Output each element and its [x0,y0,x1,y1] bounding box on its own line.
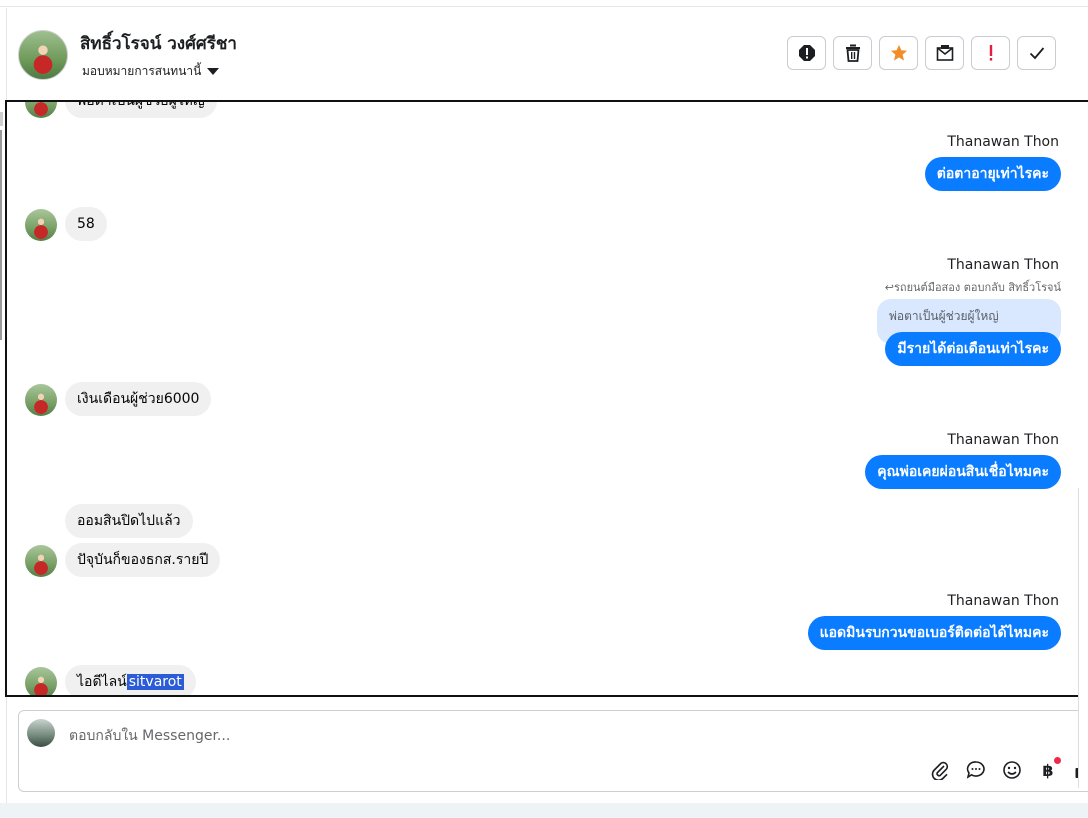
paperclip-icon [931,761,949,780]
sender-name: Thanawan Thon [947,134,1059,150]
payment-button[interactable]: ฿ [1035,757,1061,783]
smiley-icon [1003,761,1021,779]
message-composer: ฿ [18,710,1088,792]
important-icon [989,45,992,61]
contact-avatar[interactable] [18,30,68,80]
mark-unread-button[interactable] [925,36,964,70]
bottom-bar [0,803,1088,818]
done-check-icon [1029,47,1044,60]
sender-name: Thanawan Thon [947,432,1059,448]
reply-input[interactable] [67,723,871,749]
message-bubble-customer[interactable]: ออมสินปิดไปแล้ว [65,504,193,538]
message-bubble-customer[interactable]: ไอดีไลน์ sitvarot [65,665,196,695]
baht-icon: ฿ [1042,760,1054,780]
right-side-panel [1078,488,1088,788]
mark-done-button[interactable] [1017,36,1056,70]
spam-icon [798,45,815,61]
saved-replies-button[interactable] [963,757,989,783]
customer-avatar[interactable] [25,102,57,118]
contact-name[interactable]: สิทธิ์วโรจน์ วงศ์ศรีชา [80,30,237,57]
left-scroll-thumb[interactable] [0,130,2,340]
star-icon [890,44,907,61]
message-bubble-agent[interactable]: คุณพ่อเคยผ่อนสินเชื่อไหมคะ [865,455,1061,489]
message-bubble-agent[interactable]: มีรายได้ต่อเดือนเท่าไรคะ [885,332,1061,366]
sender-name: Thanawan Thon [947,257,1059,273]
sender-name: Thanawan Thon [947,593,1059,609]
conversation-toolbar [787,36,1056,70]
notification-dot [1054,757,1061,764]
emoji-button[interactable] [999,757,1025,783]
customer-avatar[interactable] [25,384,57,416]
assign-label: มอบหมายการสนทนานี้ [82,64,202,78]
star-button[interactable] [879,36,918,70]
important-button[interactable] [971,36,1010,70]
message-thread[interactable]: พ่อตาเป็นผู้ช่วยผู้ใหญ่ Thanawan Thon ต่… [5,100,1088,697]
top-divider [0,6,1088,7]
delete-button[interactable] [833,36,872,70]
message-bubble-customer[interactable]: พ่อตาเป็นผู้ช่วยผู้ใหญ่ [65,102,217,118]
page-avatar [27,719,55,747]
message-bubble-agent[interactable]: ต่อตาอายุเท่าไรคะ [924,157,1061,191]
attach-button[interactable] [927,757,953,783]
spam-button[interactable] [787,36,826,70]
message-text: ไอดีไลน์ [77,674,127,690]
message-bubble-customer[interactable]: เงินเดือนผู้ช่วย6000 [65,382,212,416]
chat-bubble-icon [966,761,985,779]
message-bubble-customer[interactable]: ปัจุบันก็ของธกส.รายปี [65,543,221,577]
message-bubble-agent[interactable]: แอดมินรบกวนขอเบอร์ติดต่อได้ไหมคะ [807,616,1061,650]
trash-icon [845,44,860,62]
customer-avatar[interactable] [25,545,57,577]
selected-text[interactable]: sitvarot [126,674,184,690]
composer-actions: ฿ [927,757,1088,783]
customer-avatar[interactable] [25,209,57,241]
customer-avatar[interactable] [25,667,57,695]
mark-unread-icon [936,45,953,61]
message-bubble-customer[interactable]: 58 [65,207,107,241]
left-edge-mark [0,112,3,126]
chevron-down-icon [207,68,220,75]
reply-context-note: ↩รถยนต์มือสอง ตอบกลับ สิทธิ์วโรจน์ [884,281,1061,294]
assign-conversation-dropdown[interactable]: มอบหมายการสนทนานี้ [82,62,220,81]
